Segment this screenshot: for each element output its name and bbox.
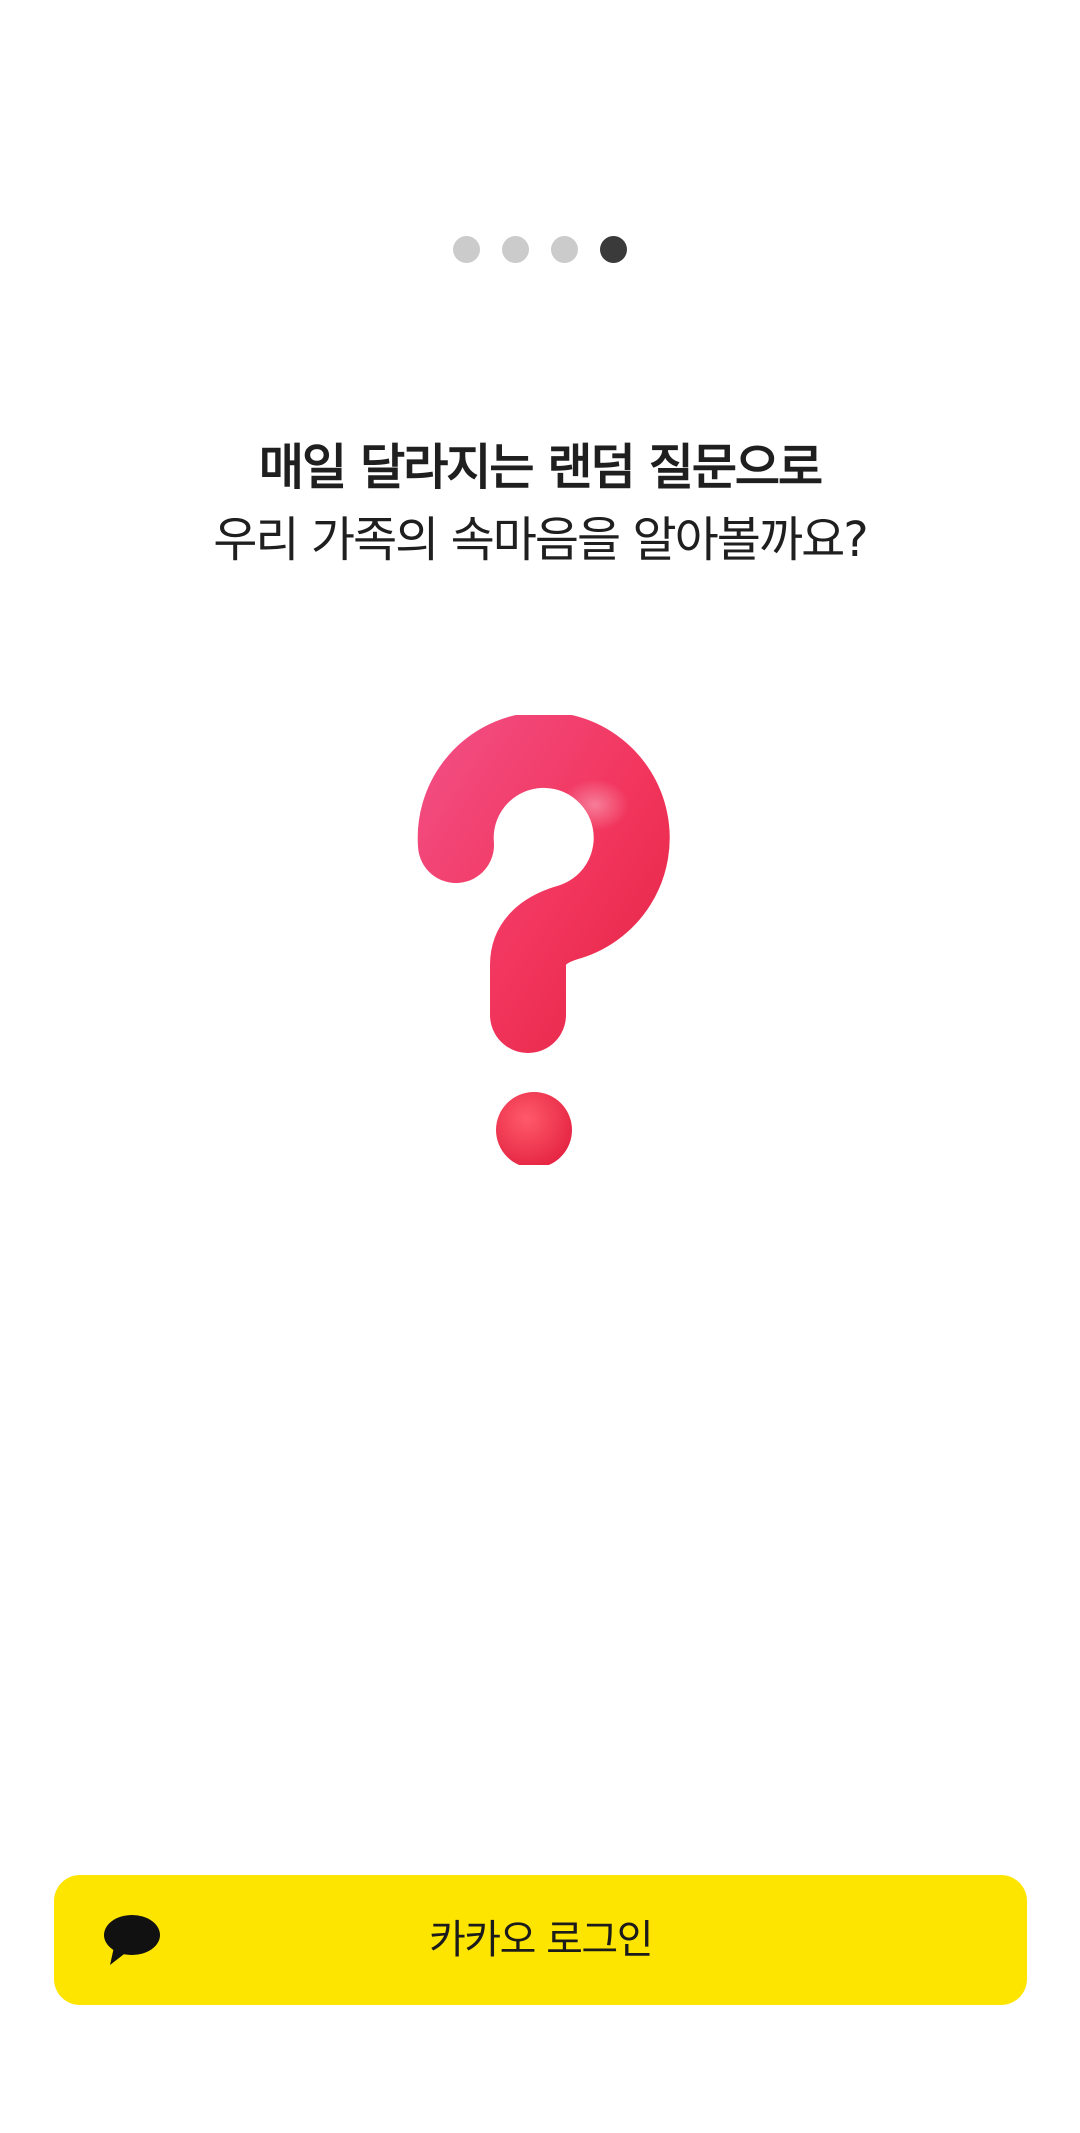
headline-line-1: 매일 달라지는 랜덤 질문으로 [258,439,823,496]
page-indicator-dot-1[interactable] [453,235,480,263]
page-indicator-dot-4-active[interactable] [600,235,627,263]
page-indicator-dot-2[interactable] [502,235,529,263]
question-mark-icon [400,711,680,1168]
page-indicator-dot-3[interactable] [551,235,578,263]
onboarding-headline: 매일 달라지는 랜덤 질문으로 우리 가족의 속마음을 알아볼까요? [0,432,1080,576]
headline-line-2: 우리 가족의 속마음을 알아볼까요? [213,512,869,568]
page-indicator [0,235,1080,263]
kakao-login-button[interactable]: 카카오 로그인 [54,1875,1027,2005]
kakao-login-label: 카카오 로그인 [428,1917,654,1963]
